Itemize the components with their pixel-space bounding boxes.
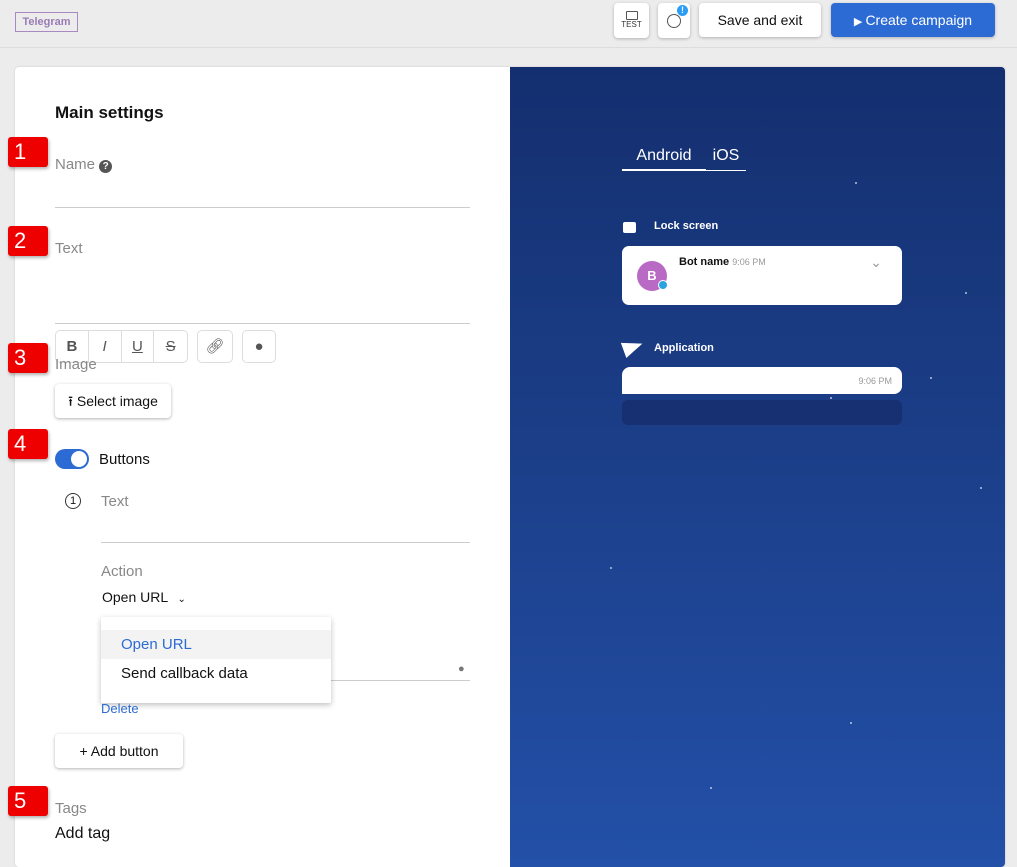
step-badge-2: 2 <box>8 226 48 256</box>
telegram-icon <box>658 280 668 290</box>
underline-button[interactable]: U <box>122 331 155 362</box>
step-badge-3: 3 <box>8 343 48 373</box>
preview-panel: Android iOS Lock screen B Bot name 9:06 … <box>510 67 1005 867</box>
link-button[interactable]: 🔗︎ <box>197 330 233 363</box>
telegram-logo: Telegram <box>15 12 78 32</box>
message-input-bar <box>622 400 902 425</box>
link-icon: 🔗︎ <box>205 338 225 355</box>
app-message-bubble: 9:06 PM <box>622 367 902 394</box>
action-select[interactable]: Open URL ⌄ <box>102 589 186 605</box>
lock-icon <box>623 222 636 233</box>
upload-icon: ⭱ <box>68 393 77 409</box>
editor-panel: Main settings Name ? Text B I U S 🔗︎ ● I… <box>15 67 1005 867</box>
lock-notification: B Bot name 9:06 PM ⌄ <box>622 246 902 305</box>
divider <box>55 323 470 324</box>
buttons-label: Buttons <box>99 451 150 468</box>
button-text-input[interactable] <box>101 542 470 543</box>
top-bar: Telegram TEST ! Save and exit ▶ Create c… <box>0 0 1017 48</box>
image-label: Image <box>55 356 97 373</box>
tab-ios[interactable]: iOS <box>706 147 746 171</box>
add-button-button[interactable]: + Add button <box>55 734 183 768</box>
message-time: 9:06 PM <box>858 376 892 386</box>
tags-label: Tags <box>55 800 87 817</box>
option-send-callback-data[interactable]: Send callback data <box>101 659 331 688</box>
language-button[interactable]: ! <box>658 3 690 38</box>
name-input[interactable] <box>55 207 470 208</box>
envelope-icon <box>625 11 638 20</box>
select-image-button[interactable]: ⭱ Select image <box>55 384 171 418</box>
globe-icon <box>667 14 681 28</box>
person-icon[interactable]: ● <box>458 663 465 675</box>
chevron-down-icon: ⌄ <box>177 594 186 605</box>
button-text-label: Text <box>101 493 129 510</box>
application-label: Application <box>654 342 714 354</box>
delete-link[interactable]: Delete <box>101 701 139 716</box>
text-label: Text <box>55 240 83 257</box>
page-title: Main settings <box>55 103 164 122</box>
plus-icon: + <box>79 743 91 759</box>
send-icon <box>620 336 646 358</box>
buttons-toggle[interactable] <box>55 449 89 469</box>
settings-form: Main settings Name ? Text B I U S 🔗︎ ● I… <box>15 67 510 867</box>
step-badge-1: 1 <box>8 137 48 167</box>
person-icon: ● <box>254 338 264 355</box>
tab-android[interactable]: Android <box>622 147 706 171</box>
add-tag-link[interactable]: Add tag <box>55 825 110 843</box>
test-button[interactable]: TEST <box>614 3 649 38</box>
option-open-url[interactable]: Open URL <box>101 630 331 659</box>
step-badge-5: 5 <box>8 786 48 816</box>
action-label: Action <box>101 563 143 580</box>
name-label: Name ? <box>55 156 113 173</box>
button-index: 1 <box>65 493 81 509</box>
strikethrough-button[interactable]: S <box>154 331 187 362</box>
action-dropdown: Open URL Send callback data <box>101 617 331 703</box>
play-icon: ▶ <box>853 16 866 28</box>
help-icon[interactable]: ? <box>99 160 113 173</box>
expand-chevron-icon[interactable]: ⌄ <box>870 254 882 271</box>
alert-icon: ! <box>677 5 688 16</box>
bot-name: Bot name <box>679 256 730 268</box>
step-badge-4: 4 <box>8 429 48 459</box>
create-campaign-button[interactable]: ▶ Create campaign <box>831 3 995 37</box>
personalize-button[interactable]: ● <box>242 330 276 363</box>
notification-time: 9:06 PM <box>732 257 766 267</box>
lock-screen-label: Lock screen <box>654 220 719 232</box>
save-and-exit-button[interactable]: Save and exit <box>699 3 821 37</box>
